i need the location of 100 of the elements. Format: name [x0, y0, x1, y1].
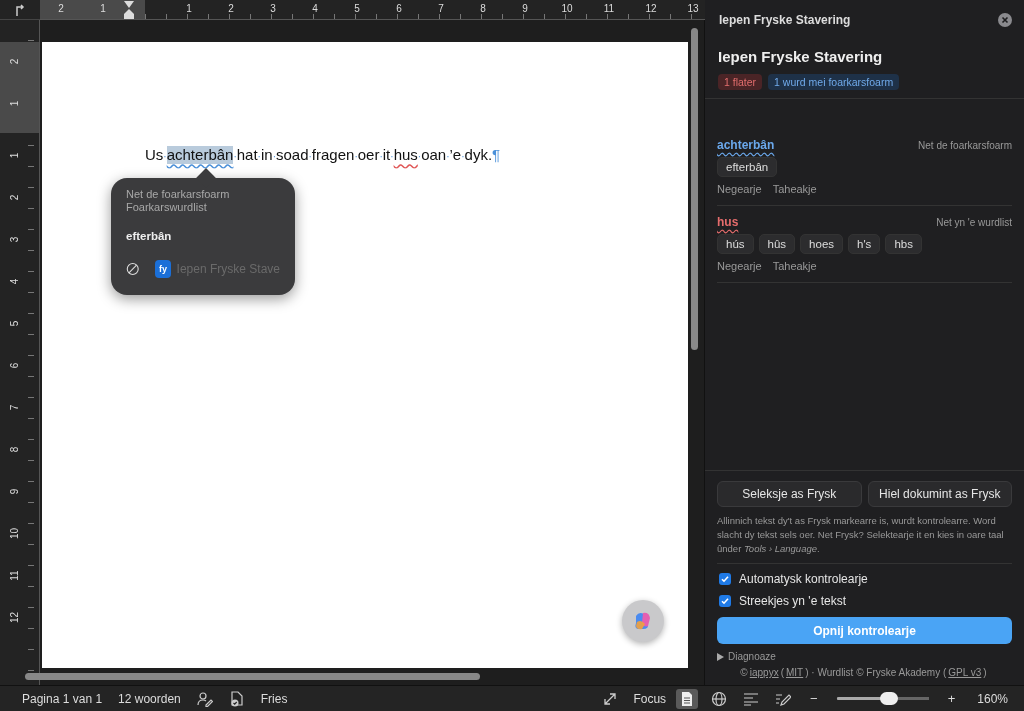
ruler-number: 1	[99, 2, 107, 16]
ruler-number: 3	[9, 236, 20, 242]
popover-subtitle: Foarkarswurdlist	[126, 201, 208, 214]
action-link[interactable]: Negearje	[717, 183, 762, 195]
space-mark: ·	[417, 151, 422, 162]
credit-link[interactable]: MIT	[786, 667, 804, 678]
ruler-number: 11	[9, 569, 20, 581]
ruler-number: 2	[57, 2, 65, 16]
ruler-number: 10	[9, 527, 20, 539]
close-icon[interactable]	[998, 13, 1012, 27]
disclosure-icon	[717, 652, 724, 661]
space-mark: ·	[257, 151, 261, 162]
popover-title: Net de foarkarsfoarm	[126, 188, 231, 201]
action-link[interactable]: Negearje	[717, 260, 762, 272]
ruler-number: 11	[602, 2, 616, 16]
document-word: Us	[145, 146, 164, 164]
ruler-number: 6	[395, 2, 403, 16]
document-check-icon[interactable]	[228, 690, 245, 707]
ruler-number: 12	[644, 2, 658, 16]
count-badge: 1 wurd mei foarkarsfoarm	[768, 74, 900, 90]
word-count[interactable]: 12 woorden	[118, 691, 181, 706]
print-layout-button[interactable]	[676, 688, 699, 709]
count-badge: 1 flater	[718, 74, 763, 90]
ruler-number: 6	[9, 362, 20, 368]
suggestion-item[interactable]: efterbân	[126, 230, 280, 242]
option-label: Streekjes yn 'e tekst	[739, 594, 846, 608]
person-edit-icon[interactable]	[196, 690, 213, 707]
document-word: in	[260, 146, 273, 164]
ruler-number: 5	[353, 2, 361, 16]
ruler-number: 5	[9, 320, 20, 326]
page-count[interactable]: Pagina 1 van 1	[22, 691, 103, 706]
page-icon	[680, 690, 695, 707]
space-mark: ·	[461, 151, 465, 162]
space-mark: ·	[379, 151, 383, 162]
action-link[interactable]: Taheakje	[772, 260, 817, 272]
language-label[interactable]: Fries	[260, 691, 288, 706]
ruler-number: 10	[560, 2, 574, 16]
mark-language-button[interactable]: Hiel dokumint as Frysk	[867, 481, 1012, 507]
action-link[interactable]: Taheakje	[772, 183, 817, 195]
document-word: oan	[421, 146, 447, 164]
globe-icon	[711, 690, 728, 707]
credit-link[interactable]: GPL v3	[948, 667, 982, 678]
issue-reason: Net de foarkarsfoarm	[918, 140, 1012, 151]
paragraph-mark: ¶	[492, 146, 501, 163]
credits-text: © iappyx ( MIT ) · Wurdlist © Fryske Akademy ( GPL v3 )	[739, 667, 988, 678]
ignore-icon[interactable]	[126, 261, 140, 277]
ruler-number: 4	[311, 2, 319, 16]
horizontal-scrollbar[interactable]	[25, 673, 480, 680]
checkbox[interactable]	[719, 573, 731, 585]
space-mark: ·	[233, 151, 237, 162]
space-mark: ·	[354, 151, 358, 162]
zoom-in-button[interactable]: +	[947, 691, 956, 706]
vertical-scrollbar[interactable]	[691, 28, 698, 350]
document-word: fragen	[311, 146, 355, 164]
flagged-word: achterbân	[717, 138, 775, 152]
suggestion-chip[interactable]: efterbân	[717, 157, 778, 177]
expand-icon[interactable]	[603, 691, 618, 706]
mark-language-button[interactable]: Seleksje as Frysk	[717, 481, 862, 507]
suggestion-chip[interactable]: h's	[848, 234, 881, 254]
issue-reason: Net yn 'e wurdlist	[936, 217, 1012, 228]
ruler-number: 2	[227, 2, 235, 16]
ruler-number: 2	[9, 194, 20, 200]
ruler-number: 3	[269, 2, 277, 16]
suggestion-chip[interactable]: hûs	[758, 234, 796, 254]
document-word: hat	[236, 146, 258, 164]
ruler-number: 1	[185, 2, 193, 16]
indent-marker-icon[interactable]	[124, 1, 134, 19]
ruler-number: 8	[9, 446, 20, 452]
ruler-number: 9	[9, 488, 20, 494]
info-text: Allinnich tekst dy't as Frysk markearre is, wurdt kontrolearre. Word slacht dy tekst sels oer. Net Frysk? Selektearje it en kies in oare taal ûnder Tools › Language.	[717, 514, 1012, 564]
credit-link[interactable]: iappyx	[749, 667, 779, 678]
flagged-word: hus	[717, 215, 739, 229]
document-word: oer	[357, 146, 380, 164]
ruler-number: 7	[437, 2, 445, 16]
ruler-number: 7	[9, 404, 20, 410]
document-word: dyk.	[464, 146, 493, 164]
space-mark: ·	[390, 151, 394, 162]
ruler-number: 12	[9, 611, 20, 623]
ruler-number: 1	[9, 100, 20, 106]
space-mark: ·	[308, 151, 312, 162]
document-word: soad	[276, 146, 309, 164]
space-mark: ·	[272, 151, 276, 162]
option-label: Automatysk kontrolearje	[739, 572, 868, 586]
checkbox[interactable]	[719, 595, 731, 607]
ruler-number: 1	[9, 152, 20, 158]
diagnostics-toggle[interactable]: Diagnoaze	[717, 651, 1012, 662]
zoom-level[interactable]: 160%	[977, 691, 1008, 706]
tab-stop-icon[interactable]	[15, 3, 25, 16]
suggestion-chip[interactable]: hús	[717, 234, 754, 254]
zoom-out-button[interactable]: −	[810, 691, 818, 706]
suggestion-chip[interactable]: hoes	[800, 234, 844, 254]
suggestion-chip[interactable]: hbs	[885, 234, 922, 254]
space-mark: ·	[446, 151, 450, 162]
panel-header: Iepen Fryske Stavering	[719, 13, 851, 27]
assistant-button[interactable]	[622, 600, 664, 642]
ruler-number: 4	[9, 278, 20, 284]
focus-label[interactable]: Focus	[633, 691, 667, 706]
zoom-slider-thumb[interactable]	[880, 692, 899, 705]
lines-icon	[743, 691, 760, 706]
space-mark: ·	[163, 151, 167, 162]
